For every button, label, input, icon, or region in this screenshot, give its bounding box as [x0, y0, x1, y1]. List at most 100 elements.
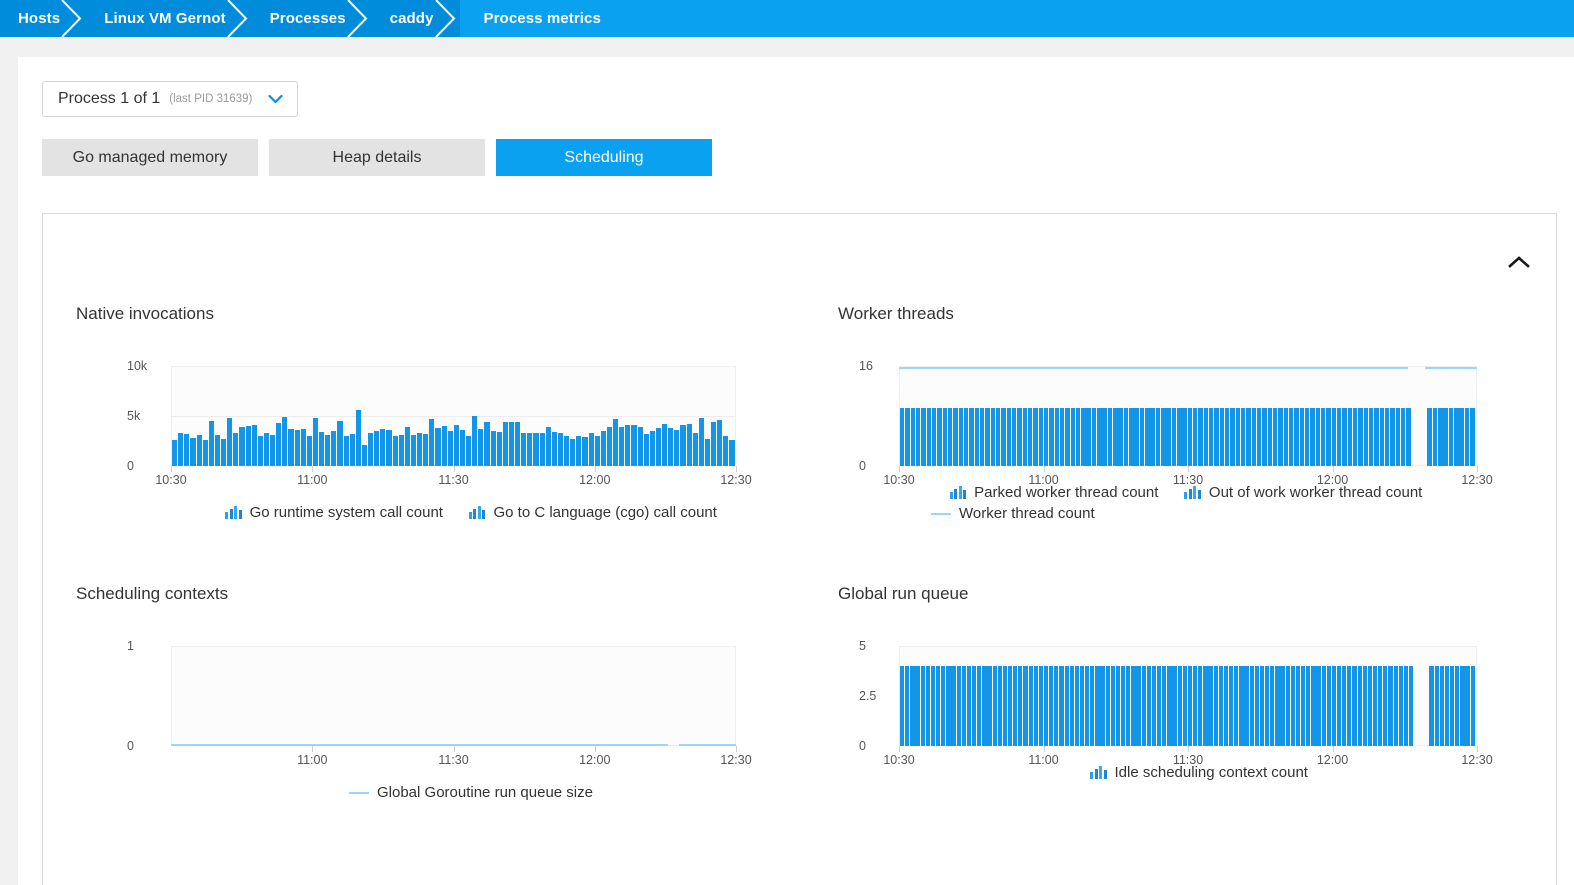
bar [905, 407, 910, 466]
bar-series-icon [468, 506, 486, 519]
bar [723, 436, 729, 466]
y-axis-tick-label: 0 [127, 459, 134, 473]
plot-area: 16 0 10:30 11:00 11:30 12:00 12:30 [859, 359, 1493, 487]
breadcrumb-item-linux-vm-gernot[interactable]: Linux VM Gernot [86, 0, 252, 37]
bar [1033, 407, 1038, 466]
bar [1299, 407, 1305, 466]
bar [1123, 407, 1129, 466]
bar [1229, 666, 1234, 746]
tab-heap-details[interactable]: Heap details [269, 139, 485, 176]
bar [910, 407, 916, 466]
bar [1295, 666, 1301, 746]
x-axis-tick-label: 12:30 [720, 473, 752, 487]
legend-item-go-to-c-language-cgo-call-count[interactable]: Go to C language (cgo) call count [468, 504, 717, 521]
bar [729, 440, 735, 466]
bar [355, 409, 361, 466]
bar [606, 426, 613, 466]
bar [1283, 407, 1289, 466]
legend-item-out-of-work-worker-thread-count[interactable]: Out of work worker thread count [1184, 484, 1422, 501]
bar [631, 425, 637, 466]
bar [208, 420, 214, 466]
bar [1038, 407, 1043, 466]
breadcrumb-item-hosts[interactable]: Hosts [0, 0, 87, 37]
bar [1162, 666, 1167, 746]
bar [557, 432, 564, 466]
bar [533, 433, 539, 466]
bar [1161, 407, 1166, 466]
bar [239, 427, 245, 466]
bar [184, 433, 190, 466]
legend-item-global-goroutine-run-queue-size[interactable]: Global Goroutine run queue size [349, 784, 593, 801]
bar [1262, 407, 1267, 466]
bar [1203, 666, 1208, 746]
bar [294, 430, 300, 466]
legend-item-go-runtime-system-call-count[interactable]: Go runtime system call count [225, 504, 443, 521]
bar [300, 428, 306, 466]
bar [1374, 407, 1379, 466]
bar [921, 407, 926, 466]
chart-worker-threads: Worker threads 16 0 10:30 11:00 11:30 12… [805, 286, 1556, 566]
bar [1043, 407, 1049, 466]
bar [1033, 666, 1038, 746]
bar [227, 418, 233, 466]
bar [711, 422, 717, 466]
bar [1336, 666, 1342, 746]
chevron-up-icon[interactable] [1504, 247, 1534, 277]
bar [1208, 666, 1213, 746]
legend-item-idle-scheduling-context-count[interactable]: Idle scheduling context count [1090, 764, 1308, 781]
bar [1239, 666, 1244, 746]
bar [1306, 666, 1311, 746]
bar [484, 422, 490, 466]
bar [1367, 666, 1373, 746]
process-selector-dropdown[interactable]: Process 1 of 1 (last PID 31639) [42, 81, 298, 117]
x-axis-tick-label: 12:00 [579, 753, 611, 767]
bar [1182, 407, 1187, 466]
bar [915, 666, 920, 746]
bar [1157, 666, 1162, 746]
bar [930, 666, 936, 746]
bar [637, 426, 643, 466]
bar [985, 407, 990, 466]
bar [1121, 666, 1126, 746]
bar [1028, 666, 1033, 746]
bar [1150, 407, 1155, 466]
tab-scheduling[interactable]: Scheduling [496, 139, 712, 176]
breadcrumb-item-caddy[interactable]: caddy [371, 0, 460, 37]
bar [1102, 407, 1107, 466]
breadcrumb-separator-icon [346, 0, 370, 37]
bar [1378, 666, 1383, 746]
bar [1193, 407, 1198, 466]
bar [619, 427, 625, 466]
tab-label: Go managed memory [72, 148, 228, 166]
bar [1285, 666, 1290, 746]
bar [459, 429, 466, 466]
bar [1443, 407, 1448, 466]
bar [331, 431, 337, 466]
bar [1059, 407, 1065, 466]
bar [1006, 407, 1011, 466]
bar [1141, 666, 1146, 746]
bar [1234, 666, 1239, 746]
breadcrumb-item-processes[interactable]: Processes [251, 0, 372, 37]
legend-label: Go runtime system call count [249, 504, 443, 521]
bar [1193, 666, 1198, 746]
bar [963, 407, 969, 466]
bar [1316, 666, 1321, 746]
bar [233, 432, 239, 466]
legend-item-worker-thread-count[interactable]: Worker thread count [931, 505, 1499, 522]
bar [662, 424, 668, 466]
bar [1438, 407, 1443, 466]
bar [319, 431, 325, 466]
bar [263, 433, 270, 466]
x-axis-tick-label: 10:30 [155, 473, 187, 487]
bar [1427, 407, 1432, 466]
bar [361, 444, 368, 466]
bar [1059, 666, 1064, 746]
legend-item-parked-worker-thread-count[interactable]: Parked worker thread count [949, 484, 1158, 501]
bar [1075, 407, 1081, 466]
bar [1315, 407, 1321, 466]
bar [1241, 407, 1246, 466]
tab-go-managed-memory[interactable]: Go managed memory [42, 139, 258, 176]
bar [1331, 666, 1337, 746]
bar [1448, 407, 1454, 466]
